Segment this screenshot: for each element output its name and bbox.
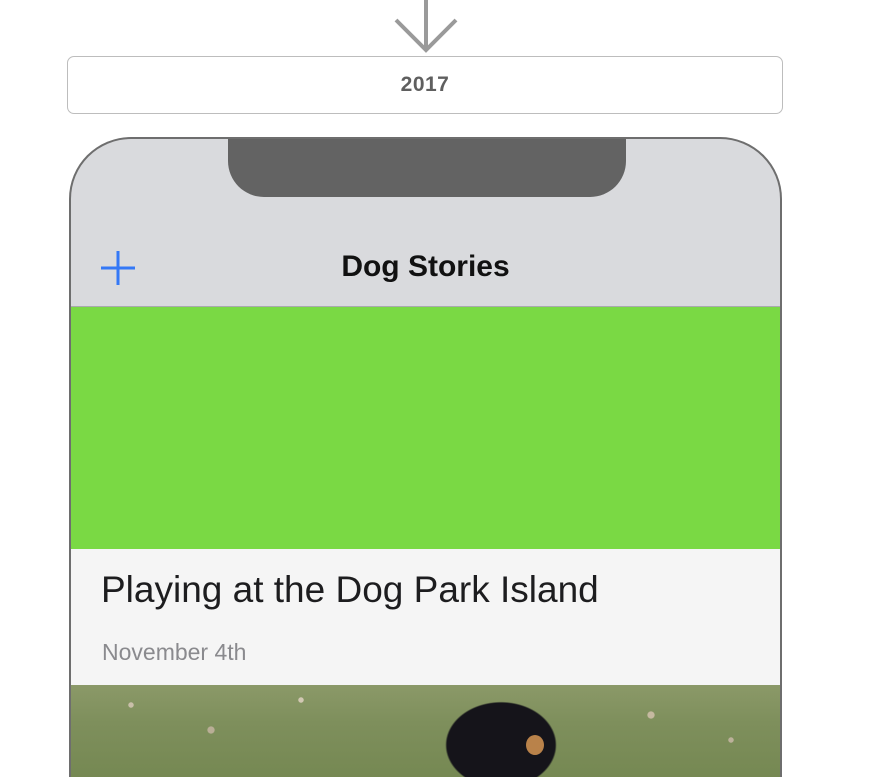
navigation-bar: Dog Stories bbox=[71, 229, 780, 307]
down-arrow-icon bbox=[394, 0, 458, 53]
device-notch bbox=[228, 139, 626, 197]
story-card[interactable]: Playing at the Dog Park Island November … bbox=[71, 549, 780, 685]
story-date: November 4th bbox=[102, 639, 247, 665]
header-banner bbox=[71, 307, 780, 549]
story-title: Playing at the Dog Park Island bbox=[101, 569, 599, 610]
dog-photo[interactable] bbox=[71, 685, 780, 777]
nav-title: Dog Stories bbox=[341, 250, 510, 283]
device-frame: Dog Stories Playing at the Dog Park Isla… bbox=[69, 137, 782, 777]
dog-photo-detail bbox=[526, 735, 544, 755]
year-label: 2017 bbox=[400, 73, 450, 96]
year-header: 2017 bbox=[67, 56, 783, 114]
